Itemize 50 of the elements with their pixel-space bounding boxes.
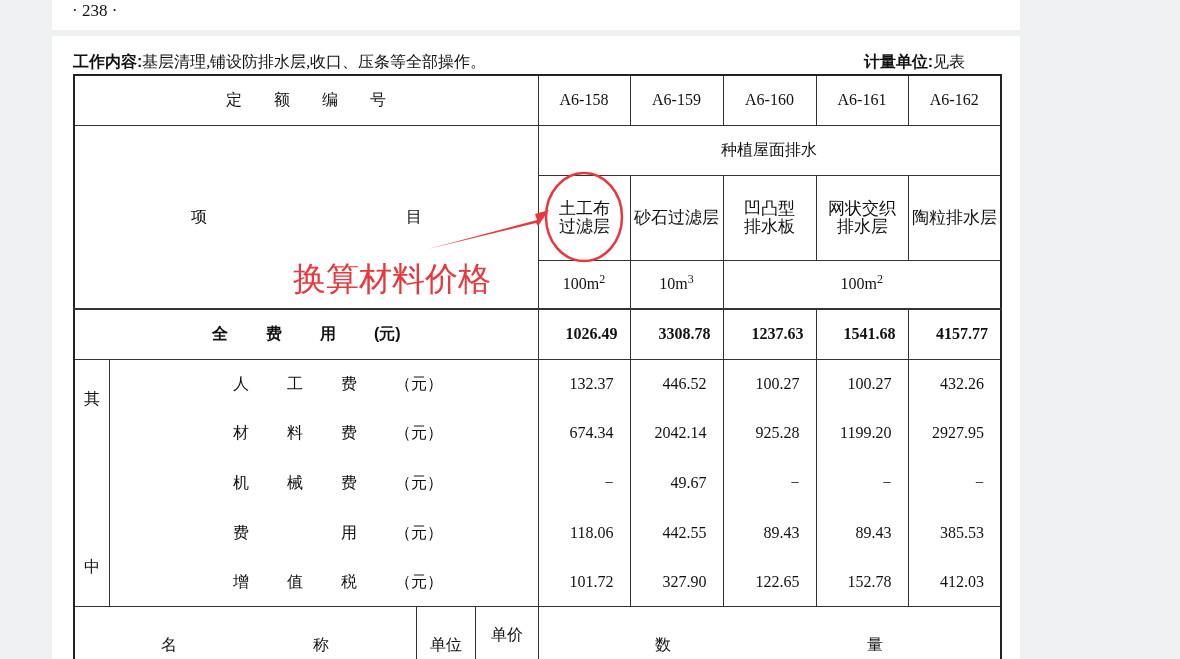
annotation-text: 换算材料价格 xyxy=(293,258,491,300)
work-content: 工作内容:基层清理,铺设防排水层,收口、压条等全部操作。 xyxy=(73,52,487,72)
table-cell: 3308.78 xyxy=(630,309,723,359)
table-cell: − xyxy=(816,458,908,508)
table-header-cell: 定额编号 xyxy=(74,75,538,125)
table-cell: 1026.49 xyxy=(538,309,630,359)
table-cell: 122.65 xyxy=(723,557,816,607)
table-cell: 49.67 xyxy=(630,458,723,508)
table-header-cell: A6-158 xyxy=(538,75,630,125)
table-row-header: 材料费（元） xyxy=(109,408,538,459)
table-row-header: 全费用(元) xyxy=(74,309,538,359)
table-cell: 674.34 xyxy=(538,408,630,459)
table-cell: 442.55 xyxy=(630,507,723,558)
table-cell: 152.78 xyxy=(816,557,908,607)
table-header-cell: 砂石过滤层 xyxy=(630,175,723,260)
table-cell: 432.26 xyxy=(908,359,1001,409)
page-number: · 238 · xyxy=(72,2,118,20)
table-cell: − xyxy=(538,458,630,508)
table-header-cell: A6-160 xyxy=(723,75,816,125)
table-header-cell: A6-161 xyxy=(816,75,908,125)
table-cell: 89.43 xyxy=(723,507,816,558)
table-header-cell: 单位 xyxy=(416,606,475,659)
table-header-cell: 凹凸型 排水板 xyxy=(723,175,816,260)
unit-note: 计量单位:见表 xyxy=(863,52,965,72)
table-cell: − xyxy=(908,458,1001,508)
table-cell: 1541.68 xyxy=(816,309,908,359)
table-header-cell: 网状交织 排水层 xyxy=(816,175,908,260)
table-cell: 2927.95 xyxy=(908,408,1001,459)
table-cell: 2042.14 xyxy=(630,408,723,459)
table-cell: 100.27 xyxy=(816,359,908,409)
table-cell: 385.53 xyxy=(908,507,1001,558)
table-header-cell: A6-159 xyxy=(630,75,723,125)
table-row-header: 人工费（元） xyxy=(109,359,538,409)
table-row-header: 其中 xyxy=(74,359,109,607)
table-header-cell: 单价 xyxy=(475,606,538,659)
table-cell: 4157.77 xyxy=(908,309,1001,359)
table-cell: 100.27 xyxy=(723,359,816,409)
table-cell: 89.43 xyxy=(816,507,908,558)
table-cell: − xyxy=(723,458,816,508)
table-cell: 1199.20 xyxy=(816,408,908,459)
table-cell: 101.72 xyxy=(538,557,630,607)
table-cell: 1237.63 xyxy=(723,309,816,359)
table-cell: 446.52 xyxy=(630,359,723,409)
table-cell: 118.06 xyxy=(538,507,630,558)
table-row-header: 费 用（元） xyxy=(109,507,538,558)
table-cell: 327.90 xyxy=(630,557,723,607)
table-row-header: 机械费（元） xyxy=(109,458,538,508)
table-cell: 132.37 xyxy=(538,359,630,409)
table-cell: 925.28 xyxy=(723,408,816,459)
table-row-header: 增值税（元） xyxy=(109,557,538,607)
